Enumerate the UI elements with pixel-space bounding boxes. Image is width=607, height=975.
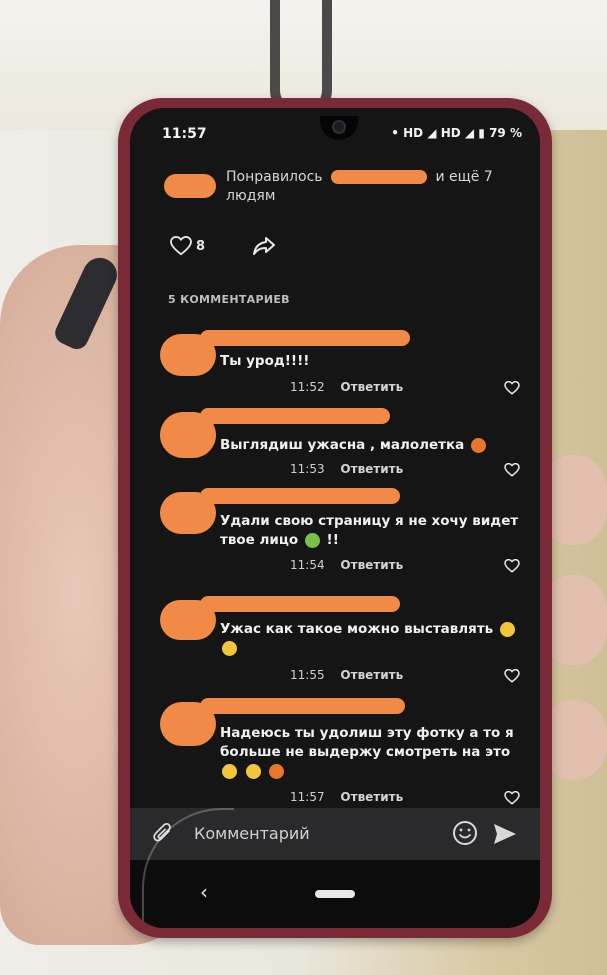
heart-icon[interactable]	[504, 558, 520, 577]
status-indicators: • HD ◢ HD ◢ ▮ 79 %	[391, 126, 522, 140]
share-icon[interactable]	[252, 236, 276, 260]
like-count: 8	[196, 239, 206, 254]
reply-button[interactable]: Ответить	[340, 380, 403, 394]
angry-emoji-icon	[470, 437, 486, 453]
comment-text-body: Выглядиш ужасна , малолетка	[220, 437, 465, 453]
comment-item: Ужас как такое можно выставлять 11:55 От…	[160, 596, 520, 686]
status-bar: 11:57 • HD ◢ HD ◢ ▮ 79 %	[152, 126, 522, 148]
comment-time: 11:53	[290, 462, 325, 476]
reply-button[interactable]: Ответить	[340, 558, 403, 572]
home-icon[interactable]	[315, 890, 355, 898]
heart-icon[interactable]	[504, 380, 520, 399]
liked-by-text: Понравилось и ещё 7 людям	[226, 168, 516, 206]
phone: 11:57 • HD ◢ HD ◢ ▮ 79 % Понравилось и е…	[118, 98, 552, 938]
comment-item: Ты урод!!!! 11:52 Ответить	[160, 330, 520, 395]
nauseated-emoji-icon	[304, 532, 320, 548]
reply-button[interactable]: Ответить	[340, 790, 403, 804]
comment-text: Надеюсь ты удолиш эту фотку а то я больш…	[220, 724, 520, 781]
comment-text: Ты урод!!!!	[220, 353, 310, 369]
comment-text: Выглядиш ужасна , малолетка	[220, 436, 520, 455]
comment-item: Надеюсь ты удолиш эту фотку а то я больш…	[160, 698, 520, 808]
redacted-name	[200, 488, 400, 504]
comment-meta: 11:53 Ответить	[290, 462, 403, 476]
send-icon[interactable]	[492, 822, 518, 850]
comment-text-body: Удали свою страницу я не хочу видет твое…	[220, 513, 519, 548]
heart-icon[interactable]	[504, 790, 520, 809]
comment-meta: 11:57 Ответить	[290, 790, 403, 804]
redacted-name	[330, 170, 427, 184]
redacted-avatar	[164, 174, 216, 198]
smile-icon[interactable]	[452, 820, 478, 850]
comment-text: Удали свою страницу я не хочу видет твое…	[220, 512, 520, 550]
comment-meta: 11:54 Ответить	[290, 558, 403, 572]
redacted-name	[200, 408, 390, 424]
comments-header: 5 КОММЕНТАРИЕВ	[168, 293, 290, 306]
redacted-name	[200, 330, 410, 346]
neutral-emoji-icon	[245, 763, 261, 779]
liked-prefix: Понравилось	[226, 169, 323, 185]
reply-button[interactable]: Ответить	[340, 462, 403, 476]
angry-emoji-icon	[269, 763, 285, 779]
comment-text-end: !!	[326, 532, 339, 548]
comment-time: 11:54	[290, 558, 325, 572]
comment-time: 11:55	[290, 668, 325, 682]
heart-icon[interactable]	[504, 668, 520, 687]
comment-time: 11:57	[290, 790, 325, 804]
comment-text-body: Надеюсь ты удолиш эту фотку а то я больш…	[220, 725, 514, 760]
comment-time: 11:52	[290, 380, 325, 394]
redacted-name	[200, 596, 400, 612]
heart-icon[interactable]	[170, 235, 192, 260]
comment-item: Удали свою страницу я не хочу видет твое…	[160, 488, 520, 578]
neutral-emoji-icon	[499, 621, 515, 637]
neutral-emoji-icon	[222, 763, 237, 779]
status-time: 11:57	[162, 126, 207, 142]
heart-icon[interactable]	[504, 462, 520, 481]
phone-screen: 11:57 • HD ◢ HD ◢ ▮ 79 % Понравилось и е…	[130, 108, 540, 928]
redacted-name	[200, 698, 405, 714]
comment-meta: 11:52 Ответить	[290, 380, 403, 394]
comment-text: Ужас как такое можно выставлять	[220, 620, 520, 658]
comment-text-body: Ужас как такое можно выставлять	[220, 621, 494, 637]
neutral-emoji-icon	[222, 640, 237, 656]
reply-button[interactable]: Ответить	[340, 668, 403, 682]
comment-item: Выглядиш ужасна , малолетка 11:53 Ответи…	[160, 404, 520, 477]
comment-meta: 11:55 Ответить	[290, 668, 403, 682]
